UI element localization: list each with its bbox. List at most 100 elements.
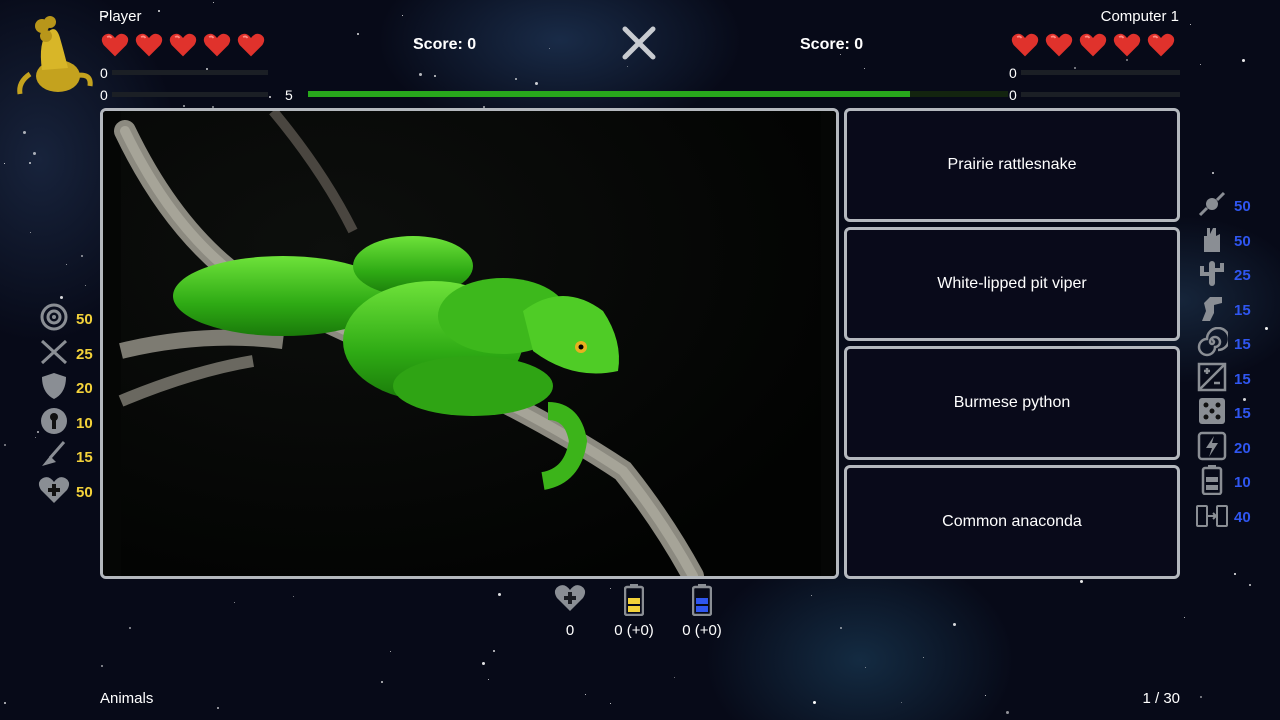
heart-icon: [1011, 31, 1039, 64]
battery-icon: [1196, 465, 1228, 500]
star: [381, 681, 383, 683]
star: [813, 701, 816, 704]
player-avatar: [12, 12, 96, 96]
star: [1200, 696, 1202, 698]
star: [4, 702, 6, 704]
yellow-battery-count: 0 (+0): [614, 622, 654, 639]
powerup-cost: 10: [1234, 474, 1251, 491]
star: [30, 232, 31, 233]
star: [865, 667, 866, 668]
powerup-spiral[interactable]: 15: [1196, 326, 1251, 362]
star: [234, 602, 235, 603]
powerup-cost: 15: [1234, 336, 1251, 353]
heart-icon: [169, 31, 197, 64]
star: [864, 68, 865, 69]
star: [985, 695, 986, 696]
category-label: Animals: [100, 690, 154, 707]
powerup-cost: 20: [76, 380, 93, 397]
blue-battery-icon: [691, 584, 713, 617]
yellow-battery: 0 (+0): [608, 584, 660, 639]
bottom-hearts: 0: [552, 584, 588, 639]
computer-name: Computer 1: [1100, 8, 1179, 25]
star: [1200, 64, 1201, 65]
star: [434, 75, 436, 77]
plus-minus-icon: [1196, 362, 1228, 397]
powerup-cost: 20: [1234, 439, 1251, 457]
player-name: Player: [99, 8, 142, 25]
star: [585, 694, 586, 695]
star: [923, 657, 924, 658]
powerup-keyhole[interactable]: 10: [38, 406, 93, 441]
powerup-battery[interactable]: 10: [1196, 465, 1251, 500]
star: [33, 152, 36, 155]
star: [1242, 59, 1245, 62]
powerup-plus-minus[interactable]: 15: [1196, 362, 1251, 397]
star: [269, 96, 271, 98]
star: [81, 255, 83, 257]
powerup-crossed-arrows[interactable]: 25: [38, 337, 93, 372]
cactus-icon: [1196, 258, 1228, 293]
bottom-hearts-count: 0: [565, 622, 575, 639]
player-stat-1: 0: [100, 65, 108, 81]
star: [1074, 67, 1076, 69]
answer-option-4[interactable]: Common anaconda: [844, 465, 1180, 579]
dice-icon: [1196, 396, 1228, 431]
star: [811, 595, 812, 596]
powerup-cost: 50: [76, 311, 93, 328]
heart-icon: [237, 31, 265, 64]
computer-stat-1: 0: [1009, 65, 1017, 81]
heart-icon: [1147, 31, 1175, 64]
yellow-battery-icon: [623, 584, 645, 617]
star: [482, 662, 485, 665]
star: [35, 437, 36, 438]
close-icon[interactable]: [620, 24, 658, 62]
powerup-heart-plus[interactable]: 50: [38, 475, 93, 510]
star: [419, 73, 422, 76]
powerup-cost: 40: [1234, 508, 1251, 526]
star: [129, 627, 131, 629]
powerup-broom[interactable]: 15: [38, 440, 93, 475]
powerup-cost: 15: [1234, 370, 1251, 388]
dinosaur-icon: [1196, 293, 1228, 328]
star: [158, 10, 160, 12]
powerup-cost: 25: [1234, 267, 1251, 284]
powerup-cost: 50: [1234, 232, 1251, 250]
star: [1190, 24, 1191, 25]
answer-option-1[interactable]: Prairie rattlesnake: [844, 108, 1180, 222]
powerup-shield[interactable]: 20: [38, 371, 93, 406]
answer-option-2[interactable]: White-lipped pit viper: [844, 227, 1180, 341]
answer-option-3[interactable]: Burmese python: [844, 346, 1180, 460]
star: [217, 707, 219, 709]
powerup-lightning[interactable]: 20: [1196, 431, 1251, 466]
star: [901, 702, 902, 703]
question-image-panel: [100, 108, 839, 579]
powerup-cost: 50: [1234, 198, 1251, 215]
star: [4, 444, 6, 446]
crossed-arrows-icon: [38, 337, 70, 372]
star: [390, 651, 391, 652]
timer-bar-fill: [308, 91, 910, 97]
powerup-cost: 15: [76, 449, 93, 466]
star: [1234, 573, 1236, 575]
powerup-hand[interactable]: 50: [1196, 224, 1251, 259]
powerup-cost: 15: [1234, 405, 1251, 422]
powerup-candy[interactable]: 50: [1196, 189, 1251, 224]
powerup-target[interactable]: 50: [38, 302, 93, 337]
battery-transfer-icon: [1196, 500, 1228, 535]
heart-icon: [203, 31, 231, 64]
star: [4, 163, 5, 164]
powerup-dice[interactable]: 15: [1196, 396, 1251, 431]
star: [627, 66, 628, 67]
star: [29, 162, 31, 164]
star: [488, 679, 489, 680]
star: [1080, 580, 1083, 583]
player-stat-1-bar: [112, 70, 268, 75]
powerup-battery-transfer[interactable]: 40: [1196, 500, 1251, 535]
powerup-dinosaur[interactable]: 15: [1196, 293, 1251, 328]
star: [183, 105, 185, 107]
star: [66, 264, 67, 265]
star: [1184, 617, 1185, 618]
player-stat-2-bar: [112, 92, 268, 97]
target-icon: [38, 302, 70, 337]
powerup-cactus[interactable]: 25: [1196, 258, 1251, 293]
